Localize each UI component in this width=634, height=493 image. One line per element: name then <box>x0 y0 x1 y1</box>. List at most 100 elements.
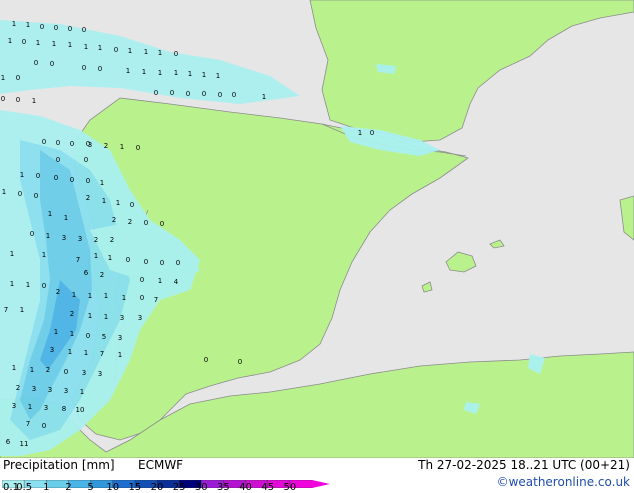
color-scale-tick: 45 <box>261 482 275 493</box>
precip-value: 1 <box>94 252 98 260</box>
precip-value: 7 <box>154 296 158 304</box>
precip-value: 0 <box>16 74 20 82</box>
precip-value: 1 <box>84 349 88 357</box>
precip-value: 3 <box>120 314 124 322</box>
precip-value: 7 <box>4 306 8 314</box>
precipitation-map: 1 1 0 0 0 0 1 0 1 1 1 1 1 0 1 1 1 0 0 0 … <box>0 0 634 458</box>
precip-value: 2 <box>86 194 90 202</box>
color-scale-arrow <box>312 480 330 488</box>
precip-value: 0 <box>70 176 74 184</box>
precip-value: 0 <box>170 89 174 97</box>
precip-value: 0 <box>154 89 158 97</box>
precip-value: 1 <box>72 291 76 299</box>
precip-value: 6 <box>84 269 89 277</box>
precip-value: 0 <box>202 90 206 98</box>
precip-value: 0 <box>370 129 374 137</box>
precip-value: 2 <box>16 384 20 392</box>
precip-value: 1 <box>64 214 68 222</box>
precip-value: 0 <box>144 258 148 266</box>
precip-value: 1 <box>216 72 220 80</box>
precip-value: 3 <box>82 369 86 377</box>
precip-value: 1 <box>116 199 120 207</box>
precip-value: 3 <box>48 386 52 394</box>
color-scale-tick: 1 <box>43 482 50 493</box>
model-name: ECMWF <box>138 458 184 472</box>
precip-value: 1 <box>158 277 162 285</box>
precip-value: 0 <box>232 91 236 99</box>
precip-value: 1 <box>88 292 92 300</box>
map-canvas: 1 1 0 0 0 0 1 0 1 1 1 1 1 0 1 1 1 0 0 0 … <box>0 0 634 458</box>
precip-value: 1 <box>12 20 16 28</box>
precip-value: 0 <box>22 38 26 46</box>
precip-value: 0 <box>114 46 118 54</box>
precip-value: 1 <box>104 313 108 321</box>
precip-value: 0 <box>140 276 144 284</box>
precip-value: 0 <box>160 220 164 228</box>
precip-value: 0 <box>160 259 164 267</box>
precip-value: 0 <box>56 139 60 147</box>
color-scale-tick: 15 <box>128 482 142 493</box>
precip-value: 8 <box>62 405 66 413</box>
precip-value: 1 <box>36 39 40 47</box>
precip-value: 1 <box>108 254 112 262</box>
color-scale-bar <box>1 473 332 489</box>
precip-value: 0 <box>84 156 88 164</box>
precip-value: 2 <box>46 366 50 374</box>
precip-value: 0 <box>140 294 144 302</box>
precip-value: 1 <box>68 41 72 49</box>
precip-value: 6 <box>6 438 11 446</box>
color-scale-tick: 50 <box>283 482 297 493</box>
precip-value: 0 <box>130 201 134 209</box>
precip-value: 0 <box>18 190 22 198</box>
color-scale-tick: 20 <box>150 482 164 493</box>
precip-value: 0 <box>82 26 86 34</box>
precip-value: 1 <box>46 232 50 240</box>
precip-value: 1 <box>68 348 72 356</box>
precip-value: 1 <box>48 210 52 218</box>
precip-value: 2 <box>104 142 108 150</box>
precip-value: 1 <box>120 143 124 151</box>
precip-value: 0 <box>176 259 180 267</box>
color-scale-tick: 40 <box>239 482 252 493</box>
legend-title: Precipitation [mm] <box>3 458 115 472</box>
precip-value: 1 <box>88 312 92 320</box>
precip-value: 3 <box>32 385 36 393</box>
precip-value: 1 <box>100 179 104 187</box>
precip-value: 1 <box>262 93 266 101</box>
precip-value: 2 <box>112 216 116 224</box>
precip-value: 3 <box>88 141 92 149</box>
forecast-time: Th 27-02-2025 18..21 UTC (00+21) <box>418 458 630 472</box>
precip-value: 3 <box>118 334 122 342</box>
precip-value: 1 <box>158 69 162 77</box>
precip-value: 0 <box>30 230 34 238</box>
precip-value: 1 <box>188 70 192 78</box>
precip-value: 0 <box>86 177 90 185</box>
precip-value: 0 <box>64 368 68 376</box>
precip-value: 1 <box>118 351 122 359</box>
precip-value: 1 <box>26 21 30 29</box>
precip-value: 0 <box>54 24 58 32</box>
color-scale-tick: 5 <box>87 482 94 493</box>
precip-value: 1 <box>128 47 132 55</box>
precip-value: 1 <box>174 69 178 77</box>
precip-value: 1 <box>54 328 58 336</box>
precip-value: 1 <box>20 306 24 314</box>
precip-value: 1 <box>26 281 30 289</box>
precip-value: 1 <box>10 280 14 288</box>
precip-value: 3 <box>78 235 82 243</box>
precip-value: 1 <box>20 171 24 179</box>
precip-value: 2 <box>70 310 74 318</box>
precip-value: 1 <box>122 294 126 302</box>
precip-value: 7 <box>100 350 104 358</box>
precip-value: 0 <box>34 59 38 67</box>
precip-value: 3 <box>64 387 68 395</box>
precip-value: 2 <box>110 236 114 244</box>
precip-value: 1 <box>102 197 106 205</box>
color-scale-tick: 35 <box>217 482 230 493</box>
precip-value: 1 <box>52 40 56 48</box>
precip-value: 0 <box>98 65 102 73</box>
precip-value: 0 <box>42 138 46 146</box>
color-scale-tick: 0.5 <box>16 482 33 493</box>
color-scale-tick: 10 <box>106 482 120 493</box>
credit-link[interactable]: ©weatheronline.co.uk <box>497 475 630 489</box>
